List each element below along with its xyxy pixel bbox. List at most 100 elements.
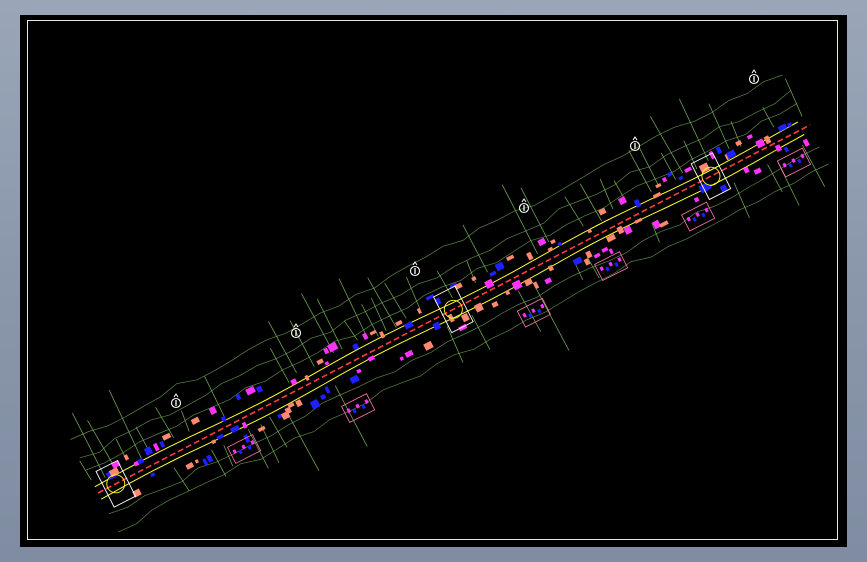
building-block bbox=[504, 289, 511, 296]
building-block bbox=[634, 217, 643, 224]
parcel-line bbox=[501, 184, 538, 255]
north-arrow-tip bbox=[412, 261, 418, 266]
building-block bbox=[544, 277, 553, 285]
detail-box-mark bbox=[701, 212, 706, 218]
building-block bbox=[659, 220, 669, 228]
building-block bbox=[753, 167, 762, 175]
parcel-line bbox=[708, 103, 730, 150]
parcel-boundary-0 bbox=[108, 146, 820, 515]
detail-box-6 bbox=[776, 147, 812, 178]
building-block bbox=[532, 281, 540, 290]
parcel-boundary-2 bbox=[85, 103, 798, 471]
detail-boxes-layer bbox=[227, 147, 812, 464]
building-block bbox=[185, 462, 195, 470]
building-block bbox=[208, 406, 218, 415]
building-block bbox=[652, 191, 662, 199]
building-block bbox=[601, 246, 609, 253]
building-block bbox=[605, 233, 617, 243]
parcel-boundary-1 bbox=[118, 163, 829, 533]
building-block bbox=[484, 278, 495, 290]
detail-box-mark bbox=[537, 308, 542, 314]
building-block bbox=[356, 368, 362, 374]
detail-box-mark bbox=[608, 261, 613, 267]
detail-box-mark bbox=[247, 444, 252, 450]
building-block bbox=[763, 135, 772, 145]
building-block bbox=[526, 251, 534, 261]
building-block bbox=[491, 300, 499, 308]
building-block bbox=[684, 166, 693, 173]
parcel-line bbox=[587, 257, 600, 279]
building-block bbox=[523, 277, 534, 287]
building-block bbox=[489, 270, 497, 277]
building-block bbox=[206, 454, 214, 463]
building-block bbox=[304, 374, 310, 382]
north-arrow-icon bbox=[518, 198, 530, 214]
building-block bbox=[708, 150, 716, 160]
building-block bbox=[583, 258, 591, 266]
building-block bbox=[547, 246, 554, 252]
parcel-boundary-4 bbox=[70, 74, 783, 440]
building-block bbox=[161, 432, 172, 441]
north-arrow-icon bbox=[629, 136, 641, 152]
parcel-line bbox=[301, 293, 335, 353]
parcel-line bbox=[533, 283, 570, 351]
parcel-line bbox=[649, 116, 684, 174]
building-block bbox=[537, 237, 547, 247]
building-block bbox=[159, 440, 166, 448]
parcel-line bbox=[564, 196, 584, 227]
parcel-line bbox=[784, 78, 803, 117]
parcel-line bbox=[599, 178, 614, 210]
detail-box-mark bbox=[531, 308, 536, 314]
parcel-line bbox=[628, 150, 652, 193]
building-block bbox=[369, 329, 377, 336]
building-block bbox=[755, 138, 766, 149]
parcel-line bbox=[289, 320, 315, 367]
parcel-line bbox=[181, 410, 190, 432]
building-block bbox=[423, 340, 434, 351]
building-block bbox=[471, 275, 477, 282]
parcel-line bbox=[678, 98, 709, 161]
detail-box-mark bbox=[522, 312, 527, 318]
parcel-line bbox=[462, 224, 488, 273]
detail-box-mark bbox=[617, 257, 622, 263]
building-block bbox=[460, 312, 470, 323]
parcel-line bbox=[79, 460, 92, 481]
building-block bbox=[572, 256, 583, 266]
building-block bbox=[678, 175, 684, 181]
building-block bbox=[593, 252, 601, 259]
building-block bbox=[399, 356, 405, 361]
parcel-line bbox=[108, 389, 142, 459]
north-arrow-icon bbox=[170, 393, 182, 409]
parcel-line bbox=[471, 314, 491, 350]
parcel-line bbox=[579, 183, 602, 222]
detail-box-mark bbox=[540, 303, 545, 309]
detail-box-mark bbox=[695, 212, 700, 218]
building-block bbox=[152, 442, 160, 452]
building-block bbox=[434, 297, 442, 306]
building-block bbox=[255, 385, 264, 394]
building-block bbox=[715, 146, 723, 155]
detail-box-mark bbox=[238, 449, 243, 455]
detail-box-mark bbox=[232, 449, 237, 454]
building-block bbox=[661, 176, 668, 183]
parcel-lines-layer bbox=[70, 74, 829, 533]
building-block bbox=[587, 228, 593, 234]
parcel-line bbox=[260, 424, 280, 464]
building-block bbox=[511, 279, 523, 291]
detail-box-mark bbox=[791, 158, 796, 164]
parcel-line bbox=[520, 187, 550, 243]
building-blocks-layer bbox=[105, 122, 810, 498]
parcel-line bbox=[87, 420, 115, 467]
detail-box-mark bbox=[599, 266, 604, 272]
parcel-line bbox=[802, 144, 826, 187]
building-block bbox=[319, 393, 327, 401]
building-block bbox=[585, 250, 593, 259]
cad-viewport[interactable] bbox=[20, 15, 847, 547]
detail-box-mark bbox=[614, 262, 619, 267]
north-arrow-tip bbox=[293, 323, 299, 328]
road-plan-drawing[interactable] bbox=[20, 15, 847, 547]
building-block bbox=[616, 225, 625, 235]
north-arrow-icon bbox=[748, 69, 760, 85]
detail-box-mark bbox=[241, 444, 246, 450]
building-block bbox=[783, 146, 790, 153]
